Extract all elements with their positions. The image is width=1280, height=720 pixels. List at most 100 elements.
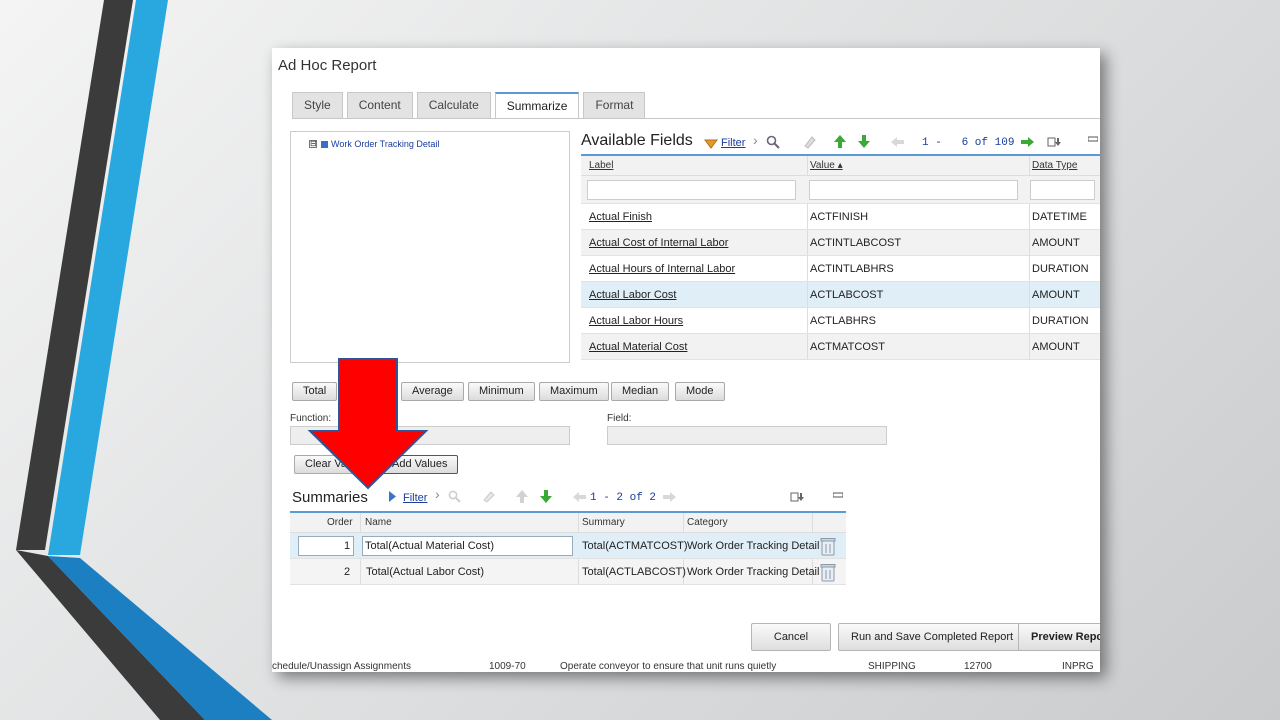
field-type: AMOUNT [1032,288,1080,301]
mode-button[interactable]: Mode [675,382,725,401]
minimize-icon[interactable] [833,492,843,498]
data-type-filter-input[interactable] [1030,180,1095,200]
previous-page-icon[interactable] [572,491,587,503]
eraser-icon[interactable] [802,135,816,149]
summaries-pager: 1 - 2 of 2 [590,492,657,504]
move-up-icon[interactable] [515,489,529,504]
median-button[interactable]: Median [611,382,670,401]
available-fields-filter-link[interactable]: Filter [721,137,745,149]
field-label: Field: [607,413,632,424]
field-type: DURATION [1032,262,1089,275]
field-field [607,426,887,445]
field-label-link[interactable]: Actual Finish [589,211,652,223]
expand-filter-icon[interactable] [388,490,397,503]
minimize-icon[interactable] [1088,136,1098,142]
background-list-row: chedule/Unassign Assignments 1009-70 Ope… [272,662,1100,672]
tab-style[interactable]: Style [292,92,343,118]
trash-icon[interactable] [819,562,837,582]
download-icon[interactable] [1047,136,1061,148]
summary-name: Total(Actual Material Cost) [365,540,494,552]
summary-category: Work Order Tracking Detail [687,540,820,552]
field-value: ACTLABCOST [810,288,884,301]
column-header-label[interactable]: Label [589,160,613,171]
table-row[interactable]: Actual Finish ACTFINISH DATETIME [581,204,1100,230]
eraser-icon[interactable] [482,490,495,503]
table-row-selected[interactable]: Actual Labor Cost ACTLABCOST AMOUNT [581,282,1100,308]
table-row[interactable]: 2 Total(Actual Labor Cost) Total(ACTLABC… [290,559,846,585]
column-header-order[interactable]: Order [327,517,353,528]
cancel-button[interactable]: Cancel [751,623,831,651]
move-down-icon[interactable] [857,134,871,149]
table-row[interactable]: Actual Material Cost ACTMATCOST AMOUNT [581,334,1100,360]
filter-row [581,176,1100,204]
field-label-link[interactable]: Actual Hours of Internal Labor [589,263,735,275]
field-type: AMOUNT [1032,236,1080,249]
tab-summarize[interactable]: Summarize [494,92,580,119]
available-fields-pager: 1 - 6 of 109 [922,137,1015,149]
strip-cell: 1009-70 [489,662,526,672]
field-type: DURATION [1032,314,1089,327]
preview-report-button[interactable]: Preview Report [1018,623,1100,651]
field-type: DATETIME [1032,210,1087,223]
available-fields-title: Available Fields [581,132,693,149]
column-header-data-type[interactable]: Data Type [1032,160,1077,171]
tree-node[interactable]: ⊟ Work Order Tracking Detail [309,139,439,149]
field-value: ACTINTLABCOST [810,236,902,249]
column-header-category[interactable]: Category [687,517,728,528]
field-value: ACTLABHRS [810,314,877,327]
tab-format[interactable]: Format [583,92,646,118]
tab-divider [292,118,1100,119]
table-row[interactable]: Actual Labor Hours ACTLABHRS DURATION [581,308,1100,334]
table-row[interactable]: Actual Hours of Internal Labor ACTINTLAB… [581,256,1100,282]
summaries-table: Order Name Summary Category 1 Total(Actu… [290,511,846,585]
search-icon[interactable] [766,135,780,149]
strip-cell: Operate conveyor to ensure that unit run… [560,662,777,672]
tab-bar: Style Content Calculate Summarize Format [292,92,649,119]
field-value: ACTINTLABHRS [810,262,894,275]
run-and-save-button[interactable]: Run and Save Completed Report [838,623,1027,651]
strip-cell: 12700 [964,662,992,672]
chevron-right-icon: › [435,486,440,502]
column-header-name[interactable]: Name [365,517,392,528]
available-fields-table: Label Value ▴ Data Type Actual Finish AC… [581,154,1100,360]
collapse-icon[interactable]: ⊟ [309,140,317,148]
field-label-link[interactable]: Actual Labor Hours [589,315,683,327]
dialog-title: Ad Hoc Report [278,57,377,74]
next-page-icon[interactable] [662,491,677,503]
strip-cell: INPRG [1062,662,1094,672]
table-icon [321,140,328,148]
summary-name: Total(Actual Labor Cost) [366,566,484,578]
table-row-selected[interactable]: 1 Total(Actual Material Cost) Total(ACTM… [290,533,846,559]
move-down-icon[interactable] [539,489,553,504]
value-filter-input[interactable] [809,180,1018,200]
table-row[interactable]: Actual Cost of Internal Labor ACTINTLABC… [581,230,1100,256]
previous-page-icon[interactable] [890,136,905,148]
field-type: AMOUNT [1032,340,1080,353]
maximum-button[interactable]: Maximum [539,382,609,401]
minimum-button[interactable]: Minimum [468,382,535,401]
field-label-link[interactable]: Actual Material Cost [589,341,687,353]
field-label-link[interactable]: Actual Labor Cost [589,289,676,301]
tab-content[interactable]: Content [346,92,413,118]
field-label-link[interactable]: Actual Cost of Internal Labor [589,237,728,249]
filter-icon[interactable] [704,139,718,149]
summary-expression: Total(ACTMATCOST) [582,540,688,552]
column-header-value[interactable]: Value ▴ [810,160,843,171]
search-icon[interactable] [448,490,461,503]
strip-cell: SHIPPING [868,662,916,672]
order-value: 2 [344,566,351,578]
trash-icon[interactable] [819,536,837,556]
tree-node-label: Work Order Tracking Detail [331,139,440,149]
next-page-icon[interactable] [1020,136,1035,148]
summaries-filter-link[interactable]: Filter [403,492,427,504]
column-header-summary[interactable]: Summary [582,517,625,528]
move-up-icon[interactable] [833,134,847,149]
field-value: ACTMATCOST [810,340,885,353]
label-filter-input[interactable] [587,180,796,200]
summary-category: Work Order Tracking Detail [687,566,820,578]
tab-calculate[interactable]: Calculate [416,92,491,118]
download-icon[interactable] [790,491,804,503]
field-tree: ⊟ Work Order Tracking Detail [290,131,570,363]
strip-cell: chedule/Unassign Assignments [272,662,411,672]
chevron-right-icon: › [753,132,758,148]
